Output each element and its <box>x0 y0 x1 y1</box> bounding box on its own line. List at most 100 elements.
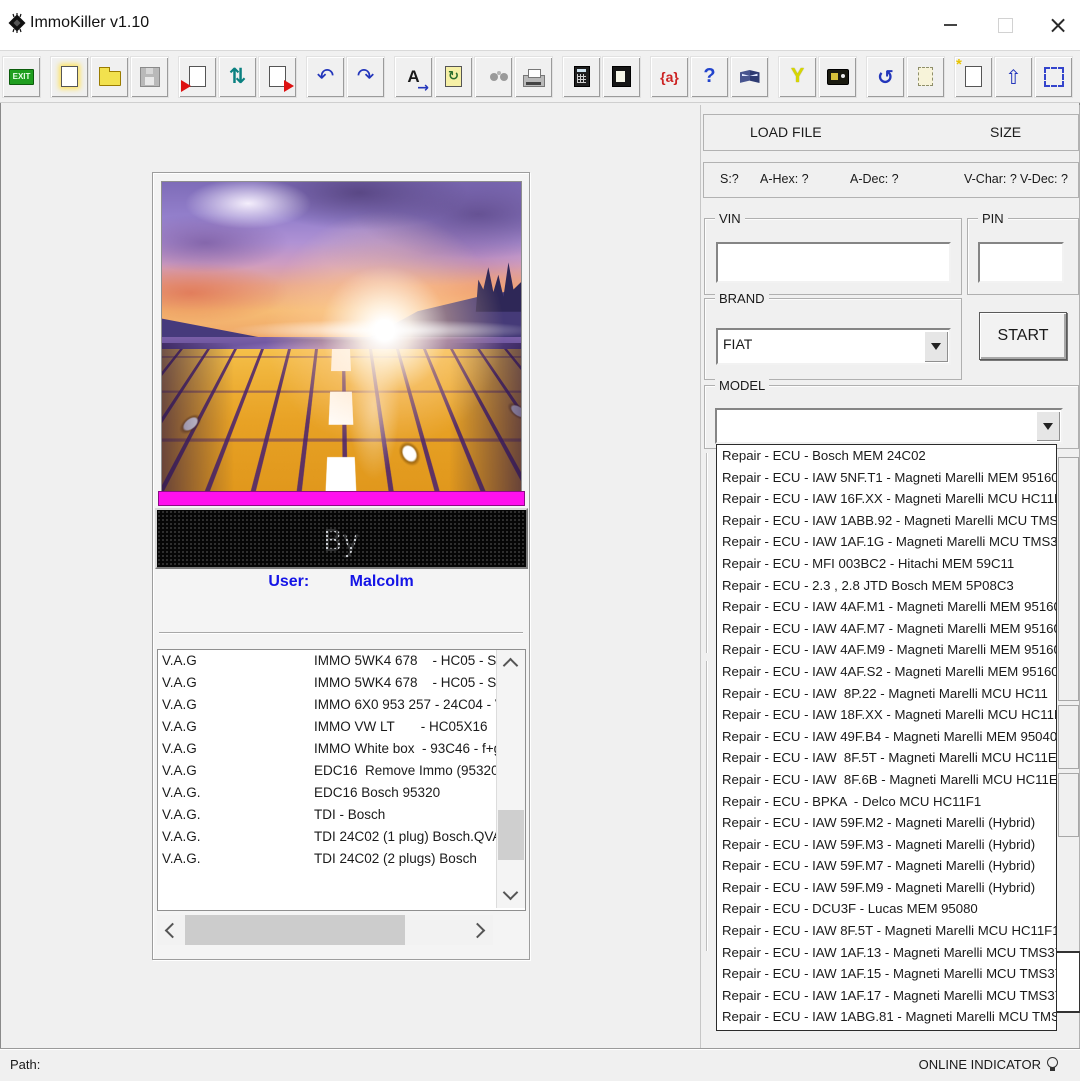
list-item[interactable]: V.A.G.EDC16 Bosch 95320 <box>158 782 525 804</box>
model-option[interactable]: Repair - ECU - MFI 003BC2 - Hitachi MEM … <box>717 553 1056 575</box>
tools-button[interactable]: Y <box>778 56 817 98</box>
model-dropdown-button[interactable] <box>1036 411 1060 441</box>
print-button[interactable] <box>514 56 553 98</box>
brand-combobox[interactable]: FIAT <box>716 328 951 365</box>
pin-input[interactable] <box>980 244 1062 281</box>
model-option[interactable]: Repair - ECU - IAW 1AF.1G - Magneti Mare… <box>717 531 1056 553</box>
help-button[interactable]: ? <box>690 56 729 98</box>
model-option[interactable]: Repair - ECU - IAW 5NF.T1 - Magneti Mare… <box>717 467 1056 489</box>
model-option[interactable]: Repair - ECU - 2.3 , 2.8 JTD Bosch MEM 5… <box>717 575 1056 597</box>
upload-button[interactable]: ⇧ <box>994 56 1033 98</box>
horizontal-scrollbar[interactable] <box>157 915 493 945</box>
list-item[interactable]: V.A.G.TDI - Bosch <box>158 804 525 826</box>
model-combobox[interactable] <box>715 408 1063 444</box>
reload-button[interactable]: ↺ <box>866 56 905 98</box>
start-button[interactable]: START <box>979 312 1067 360</box>
minimize-icon <box>944 24 957 26</box>
list-item[interactable]: V.A.GIMMO 5WK4 678 - HC05 - Siem <box>158 672 525 694</box>
model-option[interactable]: Repair - ECU - IAW 8F.5T - Magneti Marel… <box>717 920 1056 942</box>
print-icon <box>523 75 545 87</box>
model-option[interactable]: Repair - ECU - IAW 16F.XX - Magneti Mare… <box>717 488 1056 510</box>
close-button[interactable]: × <box>1036 10 1080 40</box>
sort-button[interactable]: ⇅ <box>218 56 257 98</box>
refresh-file-button[interactable]: ↻ <box>434 56 473 98</box>
redo-button[interactable]: ↷ <box>346 56 385 98</box>
brand-dropdown-button[interactable] <box>924 331 948 362</box>
brand-group: BRAND FIAT <box>704 298 962 380</box>
device-button[interactable] <box>818 56 857 98</box>
chip-button[interactable] <box>906 56 945 98</box>
scroll-up-icon[interactable] <box>503 658 519 674</box>
list-item[interactable]: V.A.GIMMO 6X0 953 257 - 24C04 - Val <box>158 694 525 716</box>
list-item[interactable]: V.A.GIMMO 5WK4 678 - HC05 - Siem <box>158 650 525 672</box>
model-option[interactable]: Repair - ECU - IAW 8F.5T - Magneti Marel… <box>717 747 1056 769</box>
list-item[interactable]: V.A.GIMMO White box - 93C46 - f+g M <box>158 738 525 760</box>
undo-button[interactable]: ↶ <box>306 56 345 98</box>
model-label: MODEL <box>715 378 769 393</box>
import-file-button[interactable] <box>178 56 217 98</box>
model-option[interactable]: Repair - ECU - IAW 49F.B4 - Magneti Mare… <box>717 726 1056 748</box>
model-option[interactable]: Repair - ECU - IAW 59F.M3 - Magneti Mare… <box>717 834 1056 856</box>
scrollbar-thumb[interactable] <box>185 915 405 945</box>
open-file-button[interactable] <box>90 56 129 98</box>
list-item[interactable]: V.A.GEDC16 Remove Immo (95320) <box>158 760 525 782</box>
book-icon <box>740 70 760 83</box>
vehicle-list[interactable]: V.A.GIMMO 5WK4 678 - HC05 - Siem V.A.GIM… <box>157 649 526 911</box>
minimize-button[interactable] <box>928 10 972 40</box>
model-option[interactable]: Repair - ECU - IAW 4AF.S2 - Magneti Mare… <box>717 661 1056 683</box>
model-option[interactable]: Repair - ECU - IAW 4AF.M7 - Magneti Mare… <box>717 618 1056 640</box>
exit-button[interactable]: EXIT <box>2 56 41 98</box>
scrollbar-thumb[interactable] <box>498 810 524 860</box>
model-option[interactable]: Repair - ECU - IAW 8F.6B - Magneti Marel… <box>717 769 1056 791</box>
model-option[interactable]: Repair - ECU - IAW 1AF.13 - Magneti Mare… <box>717 942 1056 964</box>
list-item[interactable]: V.A.GIMMO VW LT - HC05X16 <box>158 716 525 738</box>
ascii-button[interactable]: {a} <box>650 56 689 98</box>
status-bar: Path: ONLINE INDICATOR <box>0 1048 1080 1081</box>
manual-button[interactable] <box>730 56 769 98</box>
pin-field-frame <box>978 242 1064 283</box>
maximize-button[interactable] <box>983 10 1027 40</box>
scroll-down-icon[interactable] <box>503 885 519 901</box>
start-button-label: START <box>998 327 1049 345</box>
vin-label: VIN <box>715 211 745 226</box>
model-option[interactable]: Repair - ECU - IAW 4AF.M9 - Magneti Mare… <box>717 639 1056 661</box>
model-option[interactable]: Repair - ECU - IAW 4AF.M1 - Magneti Mare… <box>717 596 1056 618</box>
list-item[interactable]: V.A.G.TDI 24C02 (1 plug) Bosch.QVAG <box>158 826 525 848</box>
monitor-button[interactable] <box>602 56 641 98</box>
model-option[interactable]: Repair - ECU - DCU3F - Lucas MEM 95080 <box>717 898 1056 920</box>
new-file-icon <box>61 66 78 87</box>
export-file-button[interactable] <box>258 56 297 98</box>
vertical-scrollbar[interactable] <box>496 650 525 908</box>
new-file-button[interactable] <box>50 56 89 98</box>
info-a-hex: A-Hex: ? <box>760 172 809 186</box>
model-dropdown-list[interactable]: Repair - ECU - Bosch MEM 24C02 Repair - … <box>716 444 1057 1031</box>
load-file-label[interactable]: LOAD FILE <box>750 124 822 140</box>
model-option[interactable]: Repair - ECU - IAW 59F.M9 - Magneti Mare… <box>717 877 1056 899</box>
list-item[interactable]: V.A.G.TDI 24C02 (2 plugs) Bosch <box>158 848 525 870</box>
model-option[interactable]: Repair - ECU - IAW 59F.M2 - Magneti Mare… <box>717 812 1056 834</box>
chevron-down-icon <box>1043 423 1053 430</box>
size-label[interactable]: SIZE <box>990 124 1021 140</box>
model-option[interactable]: Repair - ECU - IAW 59F.M7 - Magneti Mare… <box>717 855 1056 877</box>
model-option[interactable]: Repair - ECU - BPKA - Delco MCU HC11F1 <box>717 791 1056 813</box>
model-option[interactable]: Repair - ECU - IAW 1ABB.92 - Magneti Mar… <box>717 510 1056 532</box>
vin-input[interactable] <box>718 244 949 281</box>
model-option[interactable]: Repair - ECU - IAW 1AF.15 - Magneti Mare… <box>717 963 1056 985</box>
scroll-left-icon[interactable] <box>165 923 181 939</box>
font-convert-button[interactable]: A→ <box>394 56 433 98</box>
desc-cell: TDI 24C02 (2 plugs) Bosch <box>314 848 477 870</box>
select-region-button[interactable] <box>1034 56 1073 98</box>
model-option[interactable]: Repair - ECU - IAW 8P.22 - Magneti Marel… <box>717 683 1056 705</box>
camera-icon <box>827 69 849 85</box>
desc-cell: EDC16 Remove Immo (95320) <box>314 760 503 782</box>
save-file-button[interactable] <box>130 56 169 98</box>
search-button[interactable] <box>474 56 513 98</box>
model-option[interactable]: Repair - ECU - IAW 1ABG.81 - Magneti Mar… <box>717 1006 1056 1028</box>
model-option[interactable]: Repair - ECU - IAW 18F.XX - Magneti Mare… <box>717 704 1056 726</box>
calculator-button[interactable] <box>562 56 601 98</box>
scroll-right-icon[interactable] <box>470 923 486 939</box>
brand-cell: V.A.G <box>158 738 314 760</box>
new-doc-button[interactable]: * <box>954 56 993 98</box>
model-option[interactable]: Repair - ECU - Bosch MEM 24C02 <box>717 445 1056 467</box>
model-option[interactable]: Repair - ECU - IAW 1AF.17 - Magneti Mare… <box>717 985 1056 1007</box>
